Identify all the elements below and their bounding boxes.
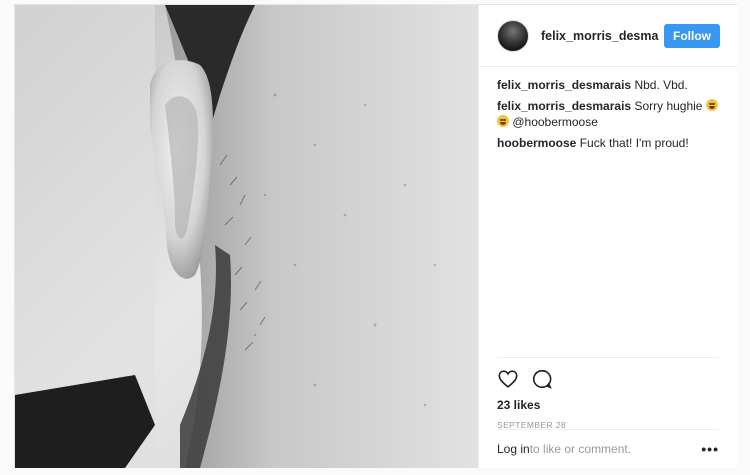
joy-emoji-icon <box>705 99 718 111</box>
author-avatar[interactable] <box>497 19 529 52</box>
comments-list: felix_morris_desmarais Nbd. Vbd. felix_m… <box>479 67 737 151</box>
comment-item: felix_morris_desmarais Nbd. Vbd. <box>497 77 719 93</box>
follow-button[interactable]: Follow <box>664 23 720 48</box>
author-username[interactable]: felix_morris_desmarais <box>541 29 659 43</box>
post-actions-area: 23 likes SEPTEMBER 28 <box>497 357 719 430</box>
action-bar <box>497 358 719 390</box>
login-link[interactable]: Log in <box>497 442 530 456</box>
comment-text: Sorry hughie <box>634 99 703 113</box>
comment-item: felix_morris_desmarais Sorry hughie @hoo… <box>497 98 719 130</box>
comment-item: hoobermoose Fuck that! I'm proud! <box>497 135 719 151</box>
heart-icon[interactable] <box>497 368 519 390</box>
post-header: felix_morris_desmarais Follow <box>479 5 737 67</box>
sweat-smile-emoji-icon <box>497 115 509 127</box>
comment-text: Nbd. Vbd. <box>634 78 688 92</box>
login-prompt-text: to like or comment. <box>529 442 632 456</box>
comment-bubble-icon[interactable] <box>531 368 553 390</box>
post-footer: Log in to like or comment. ••• <box>497 429 719 468</box>
comment-username[interactable]: hoobermoose <box>497 136 576 150</box>
instagram-post-modal: felix_morris_desmarais Follow felix_morr… <box>14 4 737 468</box>
comment-username[interactable]: felix_morris_desmarais <box>497 99 631 113</box>
photo-image <box>15 5 478 468</box>
post-sidebar: felix_morris_desmarais Follow felix_morr… <box>478 5 737 468</box>
comment-mention[interactable]: @hoobermoose <box>512 115 598 129</box>
post-photo[interactable] <box>15 5 478 468</box>
comment-text: Fuck that! I'm proud! <box>579 136 689 150</box>
more-options-icon[interactable]: ••• <box>701 441 719 457</box>
likes-count[interactable]: 23 likes <box>497 398 719 412</box>
comment-username[interactable]: felix_morris_desmarais <box>497 78 631 92</box>
